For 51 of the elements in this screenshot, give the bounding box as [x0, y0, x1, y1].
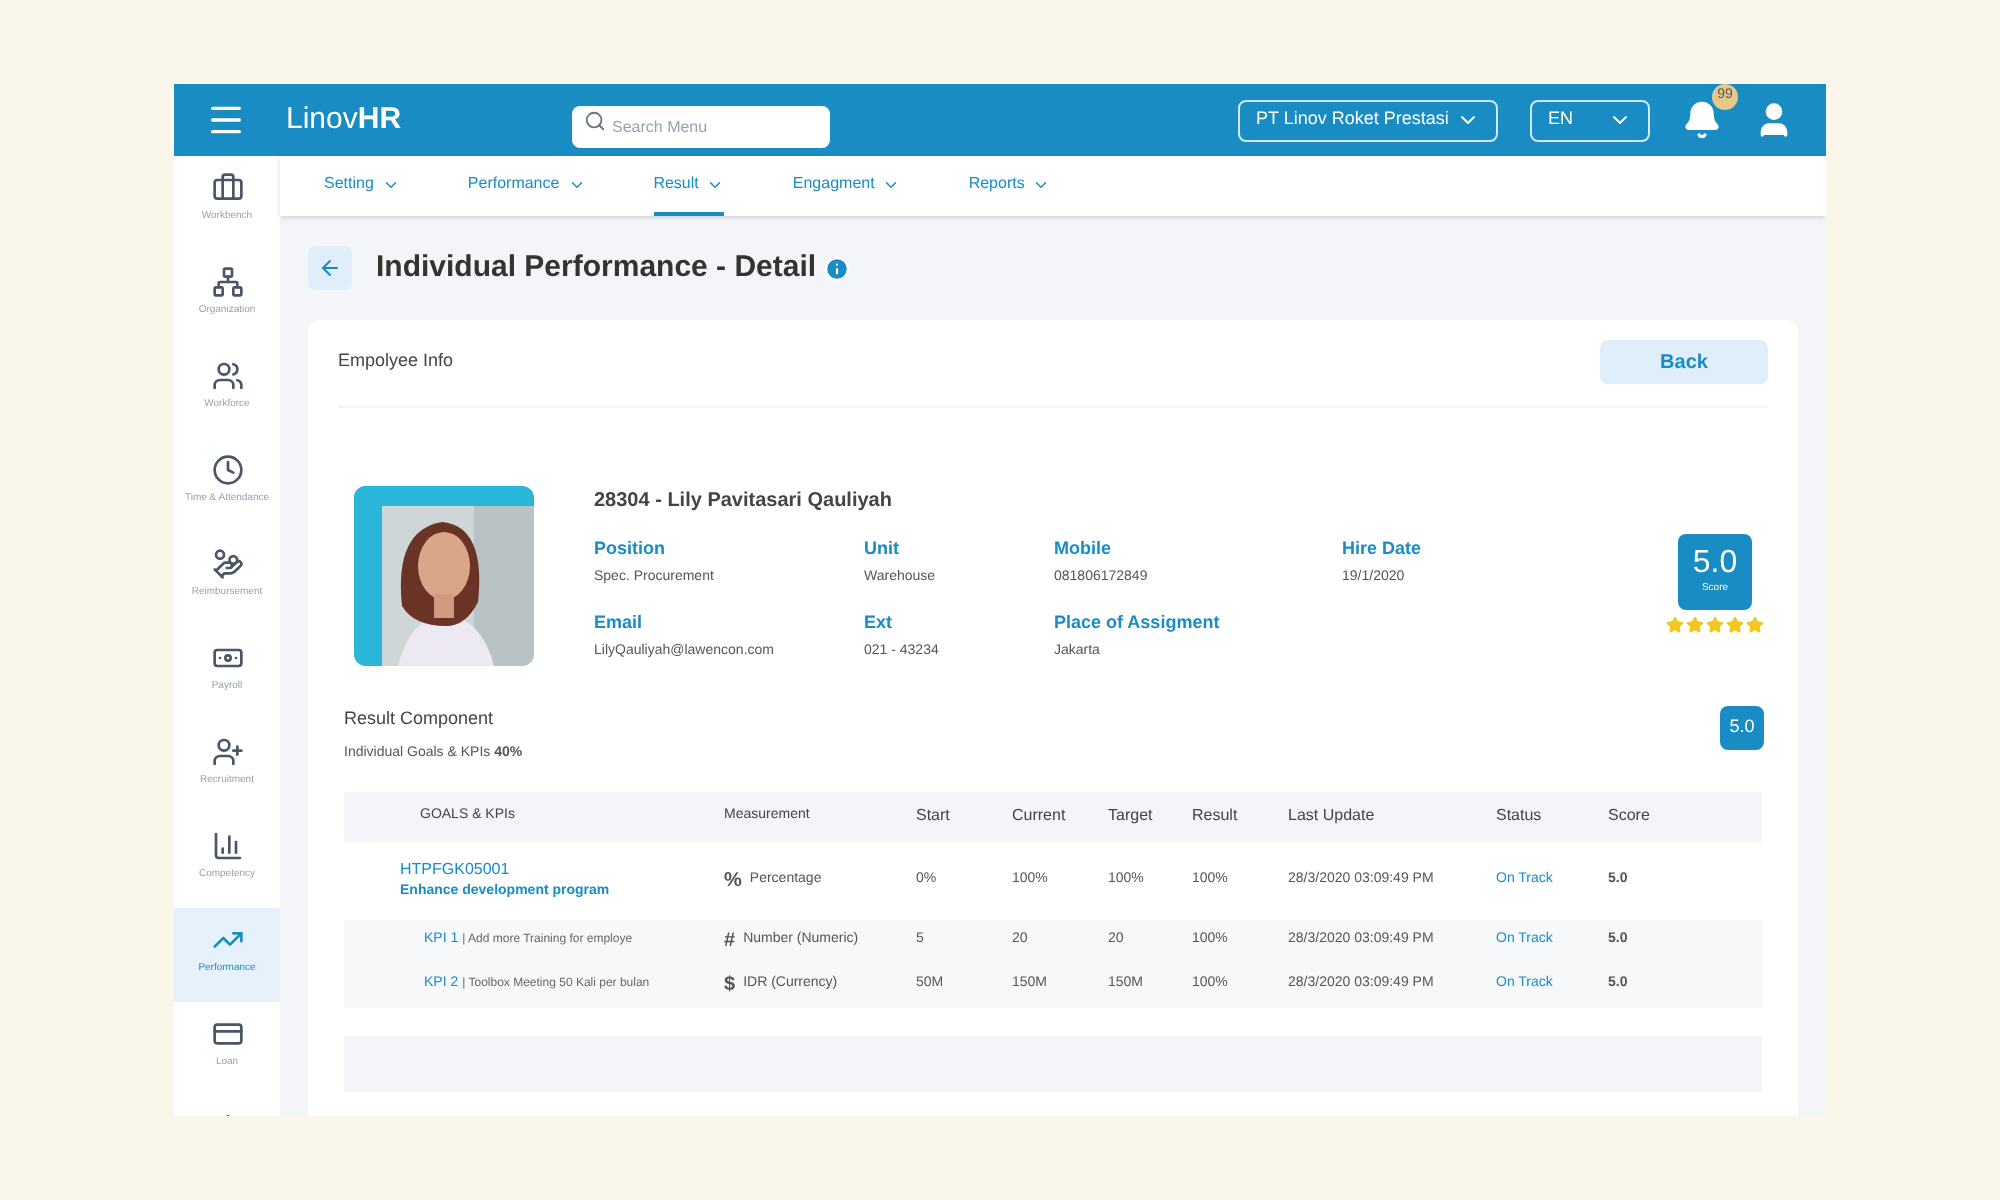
field-label: Ext — [864, 609, 895, 635]
info-icon[interactable] — [824, 255, 851, 282]
column-header: Target — [1108, 804, 1155, 828]
back-button[interactable]: Back — [1600, 340, 1768, 384]
nav-tab[interactable]: Performance — [467, 156, 586, 216]
column-header: Start — [916, 804, 952, 828]
column-header: Score — [1608, 804, 1652, 828]
card-icon — [211, 1018, 243, 1050]
measurement-symbol: % — [724, 867, 742, 895]
column-header: Last Update — [1288, 804, 1377, 828]
star-icon — [1666, 615, 1684, 633]
page-title: Individual Performance - Detail — [376, 248, 817, 288]
org-chart-icon — [211, 266, 243, 298]
arrow-left-icon — [318, 256, 342, 281]
search-field[interactable]: Search Menu — [572, 105, 830, 147]
column-header: Status — [1496, 804, 1544, 828]
add-user-icon — [211, 736, 243, 768]
field-label: Unit — [864, 535, 901, 561]
back-arrow-button[interactable] — [308, 246, 352, 291]
field-label: Hire Date — [1342, 535, 1424, 561]
star-icon — [1746, 615, 1764, 633]
nav-tab[interactable]: Setting — [324, 156, 400, 216]
employee-name: 28304 - Lily Pavitasari Qauliyah — [594, 487, 894, 515]
section-title: Result Component — [344, 705, 496, 732]
card-title: Empolyee Info — [338, 348, 454, 375]
measurement-symbol: $ — [724, 972, 736, 1000]
people-icon — [211, 360, 243, 392]
language-dropdown[interactable]: EN — [1530, 99, 1650, 141]
briefcase-icon — [211, 172, 243, 204]
star-icon — [1686, 615, 1704, 633]
star-icon — [1706, 615, 1724, 633]
field-label: Position — [594, 535, 667, 561]
bell-icon[interactable] — [1682, 100, 1722, 140]
field-label: Place of Assigment — [1054, 609, 1222, 636]
bar-chart-icon — [211, 830, 243, 862]
result-score-badge: 5.0 — [1720, 705, 1764, 749]
column-header: Current — [1012, 804, 1068, 828]
field-label: Email — [594, 609, 645, 635]
field-label: Mobile — [1054, 535, 1113, 561]
measurement-symbol: # — [724, 928, 736, 956]
star-icon — [1726, 615, 1744, 633]
logo[interactable]: LinovHR — [286, 101, 402, 136]
search-icon — [584, 109, 606, 131]
nav-tab[interactable]: Engagment — [792, 156, 901, 216]
nav-tab[interactable]: Reports — [968, 156, 1051, 216]
hand-coin-icon — [211, 548, 243, 580]
goal-code[interactable]: HTPFGK05001 — [400, 857, 724, 882]
column-header: Result — [1192, 804, 1240, 828]
company-dropdown[interactable]: PT Linov Roket Prestasi — [1238, 99, 1498, 141]
nav-tab[interactable]: Result — [653, 156, 725, 216]
clock-icon — [211, 454, 243, 486]
